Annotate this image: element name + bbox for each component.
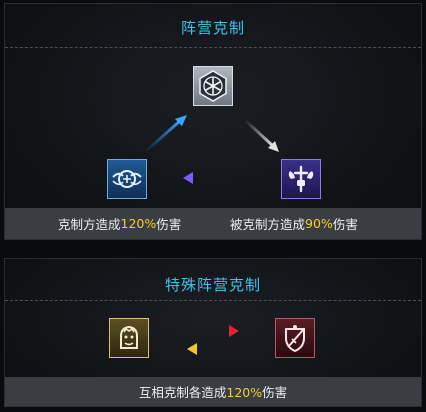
defender-damage-value: 90% bbox=[305, 216, 333, 231]
info-bar: 互相克制各造成120%伤害 bbox=[5, 377, 421, 406]
arrow-right-to-left bbox=[183, 172, 239, 184]
arrow-top-to-right bbox=[243, 118, 279, 152]
arrow-left-to-right bbox=[185, 325, 239, 337]
attacker-damage-value: 120% bbox=[120, 216, 157, 231]
mutual-damage-value: 120% bbox=[226, 385, 263, 400]
arrow-right-to-left bbox=[187, 343, 239, 355]
info-bar: 克制方造成 120% 伤害 被克制方造成 90% 伤害 bbox=[5, 208, 421, 239]
faction-counter-screen: 阵营克制 克制方造成 120% 伤害 被克制方造成 90% 伤害 特殊阵营克制 … bbox=[0, 0, 426, 412]
faction-counter-panel: 阵营克制 克制方造成 120% 伤害 被克制方造成 90% 伤害 bbox=[4, 3, 422, 240]
attacker-damage-text: 克制方造成 120% 伤害 bbox=[58, 216, 182, 232]
defender-damage-text: 被克制方造成 90% 伤害 bbox=[230, 216, 358, 232]
counter-arrows bbox=[144, 115, 279, 184]
mutual-damage-text: 互相克制各造成120%伤害 bbox=[138, 385, 288, 400]
special-counter-panel: 特殊阵营克制 互相克制各造成120%伤害 bbox=[4, 258, 422, 407]
arrow-left-to-top bbox=[144, 115, 187, 154]
